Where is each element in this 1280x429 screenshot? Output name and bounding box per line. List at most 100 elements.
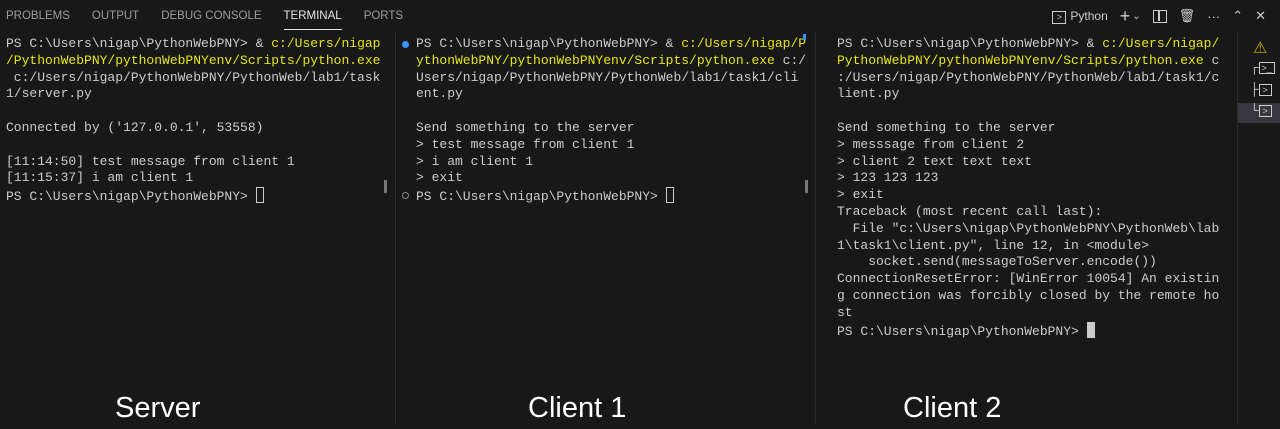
terminal-line: PS C:\Users\nigap\PythonWebPNY> & c:/Use… (6, 36, 394, 53)
command-dot-icon (402, 192, 409, 199)
output-text: PS C:\Users\nigap\PythonWebPNY> (837, 323, 1087, 339)
terminal-line: PS C:\Users\nigap\PythonWebPNY> (416, 187, 814, 204)
split-icon[interactable] (1152, 9, 1167, 23)
terminal-line: > i am client 1 (416, 154, 814, 171)
tab-output[interactable]: OUTPUT (86, 0, 145, 32)
terminal-line: c:/Users/nigap/PythonWebPNY/PythonWeb/la… (6, 70, 394, 87)
output-text: PS C:\Users\nigap\PythonWebPNY> (6, 189, 256, 205)
terminal-line: :/Users/nigap/PythonWebPNY/PythonWeb/lab… (837, 70, 1235, 87)
output-text: Send something to the server (837, 119, 1056, 135)
success-dot-icon (402, 41, 409, 48)
output-text: PS C:\Users\nigap\PythonWebPNY> & (416, 36, 682, 51)
terminal-line: Users/nigap/PythonWebPNY/PythonWeb/lab1/… (416, 70, 814, 87)
terminal-list-item[interactable]: ├ > (1250, 82, 1278, 102)
path-text: /PythonWebPNY/pythonWebPNYenv/Scripts/py… (6, 52, 381, 68)
terminal-line: PS C:\Users\nigap\PythonWebPNY> & c:/Use… (416, 36, 814, 53)
output-text: > exit (416, 170, 463, 186)
output-text: 1\task1\client.py", line 12, in <module> (837, 237, 1150, 253)
terminal-pane-server[interactable]: PS C:\Users\nigap\PythonWebPNY> & c:/Use… (6, 36, 394, 429)
output-text: PS C:\Users\nigap\PythonWebPNY> (416, 189, 666, 205)
output-text: > i am client 1 (416, 153, 534, 169)
output-text: 1/server.py (6, 86, 92, 102)
output-text: PS C:\Users\nigap\PythonWebPNY> & (837, 36, 1103, 51)
terminal-launch-button[interactable]: > Python (1052, 8, 1108, 24)
terminal-cursor (665, 187, 674, 204)
output-text: socket.send(messageToServer.encode()) (837, 254, 1157, 270)
terminal-list: ⚠ ┌ >_ ├ > └ > (1237, 32, 1280, 425)
chevron-up-icon[interactable]: ⌃ (1232, 8, 1243, 24)
terminal-line: 1\task1\client.py", line 12, in <module> (837, 238, 1235, 255)
terminal-line: Connected by ('127.0.0.1', 53558) (6, 120, 394, 137)
terminal-line: /PythonWebPNY/pythonWebPNYenv/Scripts/py… (6, 53, 394, 70)
terminal-line: PS C:\Users\nigap\PythonWebPNY> & c:/Use… (837, 36, 1235, 53)
trash-icon[interactable]: 🗑 (1179, 8, 1196, 24)
terminal-line: > 123 123 123 (837, 170, 1235, 187)
path-text: ythonWebPNY/pythonWebPNYenv/Scripts/pyth… (416, 52, 775, 68)
path-text: PythonWebPNY/pythonWebPNYenv/Scripts/pyt… (837, 52, 1204, 68)
plus-icon[interactable]: + (1120, 6, 1131, 27)
output-text: lient.py (837, 86, 900, 102)
tab-debug-console[interactable]: DEBUG CONSOLE (155, 0, 267, 32)
terminal-icon: >_ (1258, 62, 1275, 74)
ellipsis-icon[interactable]: ··· (1207, 9, 1220, 24)
terminal-line: ythonWebPNY/pythonWebPNYenv/Scripts/pyth… (416, 53, 814, 70)
terminal-line: g connection was forcibly closed by the … (837, 288, 1235, 305)
terminal-line: > exit (837, 187, 1235, 204)
terminal-list-item-selected[interactable]: └ > (1238, 103, 1280, 123)
output-text: c (1203, 52, 1220, 68)
terminal-line: > test message from client 1 (416, 137, 814, 154)
terminal-line: socket.send(messageToServer.encode()) (837, 254, 1235, 271)
scrollbar[interactable] (384, 180, 387, 193)
terminal-line: [11:15:37] i am client 1 (6, 170, 394, 187)
caption-client-1: Client 1 (528, 392, 627, 424)
terminal-line: 1/server.py (6, 86, 394, 103)
pane-divider[interactable] (395, 32, 396, 425)
path-text: c:/Users/nigap (271, 36, 381, 51)
output-text: > exit (837, 187, 884, 203)
chevron-down-icon[interactable]: ⌄ (1132, 11, 1140, 22)
terminal-line: > exit (416, 170, 814, 187)
path-text: c:/Users/nigap/ (1102, 36, 1220, 51)
output-text: File "c:\Users\nigap\PythonWebPNY\Python… (837, 220, 1220, 236)
output-text: :/Users/nigap/PythonWebPNY/PythonWeb/lab… (837, 69, 1220, 85)
scrollbar[interactable] (805, 180, 808, 193)
terminal-line: lient.py (837, 86, 1235, 103)
terminal-name: Python (1070, 9, 1108, 23)
terminal-toolbar: > Python + ⌄ 🗑 ··· ⌃ ✕ (1052, 0, 1280, 32)
terminal-pane-client-1[interactable]: PS C:\Users\nigap\PythonWebPNY> & c:/Use… (416, 36, 814, 429)
terminal-line: PS C:\Users\nigap\PythonWebPNY> (6, 187, 394, 204)
output-text: > 123 123 123 (837, 170, 939, 186)
scrollbar[interactable] (803, 34, 806, 40)
close-icon[interactable]: ✕ (1255, 8, 1266, 24)
output-text: Users/nigap/PythonWebPNY/PythonWeb/lab1/… (416, 69, 799, 85)
caption-server: Server (115, 392, 201, 424)
terminal-list-item[interactable]: ┌ >_ (1250, 60, 1278, 80)
terminal-line: [11:14:50] test message from client 1 (6, 154, 394, 171)
output-text: g connection was forcibly closed by the … (837, 287, 1220, 303)
terminal-icon: > (1258, 84, 1272, 96)
terminal-pane-client-2[interactable]: PS C:\Users\nigap\PythonWebPNY> & c:/Use… (837, 36, 1235, 429)
tab-terminal[interactable]: TERMINAL (278, 0, 348, 32)
pane-divider[interactable] (815, 32, 816, 425)
output-text: c:/ (774, 52, 807, 68)
warning-icon: ⚠ (1253, 40, 1268, 57)
output-text: > messsage from client 2 (837, 136, 1025, 152)
path-text: c:/Users/nigap/P (681, 36, 807, 51)
tab-ports[interactable]: PORTS (358, 0, 409, 32)
terminal-line: File "c:\Users\nigap\PythonWebPNY\Python… (837, 221, 1235, 238)
output-text: st (837, 304, 853, 320)
tab-problems[interactable]: PROBLEMS (0, 0, 76, 32)
output-text: PS C:\Users\nigap\PythonWebPNY> & (6, 36, 272, 51)
terminal-line: > messsage from client 2 (837, 137, 1235, 154)
panel-tabs: PROBLEMS OUTPUT DEBUG CONSOLE TERMINAL P… (0, 0, 419, 32)
terminal-line: PS C:\Users\nigap\PythonWebPNY> (837, 321, 1235, 339)
output-text: > test message from client 1 (416, 136, 635, 152)
terminal-line: > client 2 text text text (837, 154, 1235, 171)
output-text: c:/Users/nigap/PythonWebPNY/PythonWeb/la… (6, 69, 381, 85)
output-text: [11:14:50] test message from client 1 (6, 153, 295, 169)
terminal-line: ent.py (416, 86, 814, 103)
terminal-cursor (1086, 321, 1095, 338)
output-text: > client 2 text text text (837, 153, 1033, 169)
